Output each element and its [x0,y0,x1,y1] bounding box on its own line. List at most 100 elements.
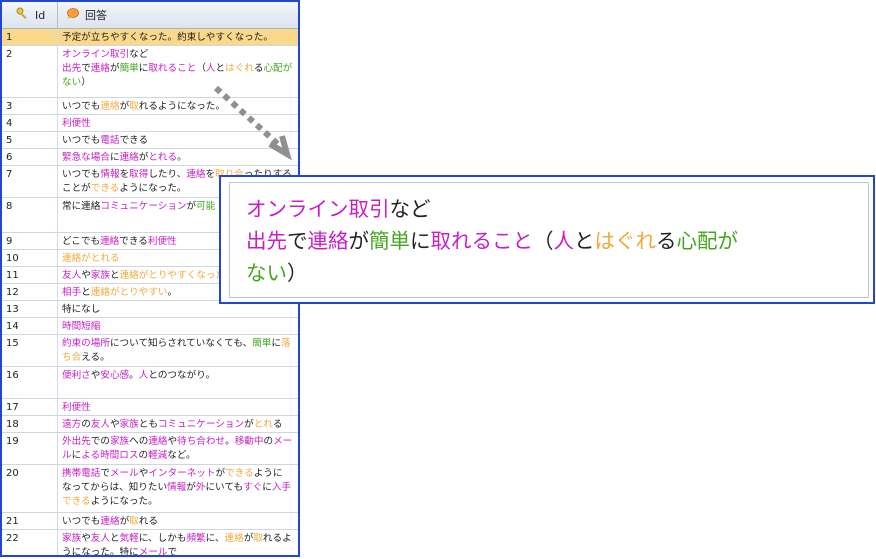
table-row[interactable]: 15 約束の場所について知らされていなくても、簡単に落 ち合える。 [2,335,298,367]
answer-text-segment: 出先 [246,229,287,253]
table-row[interactable]: 1 予定が立ちやすくなった。約束しやすくなった。 [2,29,298,46]
row-id-cell: 1 [2,29,58,45]
answer-text-segment: 連絡 [148,436,168,447]
answer-text-segment: 安心感 [100,370,130,381]
row-answer-cell: 約束の場所について知らされていなくても、簡単に落 ち合える。 [58,335,298,366]
answer-text-segment: が [186,201,197,212]
table-row[interactable]: 22 家族や友人と気軽に、しかも頻繁に、連絡が取れるよ うになった。特にメールで [2,530,298,557]
row-id-cell: 22 [2,530,58,555]
answer-text-segment: ない [246,261,287,285]
answer-text-segment: できる [62,496,91,507]
answer-text-segment: で [287,229,308,253]
answer-text-segment: の [263,436,274,447]
answer-text-segment: 友人 [90,419,110,430]
table-row[interactable]: 17 利便性 [2,399,298,416]
answer-text-segment: 人 [553,229,575,253]
row-id-cell: 14 [2,318,58,334]
answer-text-segment: など [129,49,149,60]
answer-text-segment: 。 [167,287,178,298]
column-header-answer[interactable]: 回答 [58,2,298,28]
answer-text-segment: 連絡 [119,152,139,163]
answer-text-segment: 緊急な場合 [62,152,110,163]
table-row[interactable]: 21 いつでも連絡が取れる [2,513,298,530]
answer-text-segment: 友人 [62,270,82,281]
answer-text-segment: オンライン取引 [246,197,390,221]
answer-text-segment: が [109,63,120,74]
answer-text-segment: 取 [253,533,263,544]
row-id-cell: 11 [2,267,58,283]
answer-text-segment: る [656,229,677,253]
column-header-id-label: Id [35,8,46,22]
table-row[interactable]: 14 時間短縮 [2,318,298,335]
answer-text-segment: 軽減 [148,450,168,461]
answer-text-segment: 約束の場所 [62,338,110,349]
answer-text-segment: 時間ロス [100,450,139,461]
answer-text-segment: や [167,436,178,447]
row-id-cell: 17 [2,399,58,415]
answer-text-segment: 外出先 [62,436,91,447]
answer-text-segment: にいても [205,482,244,493]
answer-text-segment: れる [138,516,158,527]
row-id-cell: 18 [2,416,58,432]
answer-text-segment: 連絡 [307,229,349,253]
answer-text-segment: 特になし [62,304,101,315]
answer-text-segment: について知らされていなくても、 [109,338,253,349]
answer-text-segment: 常に連絡 [62,201,101,212]
row-id-cell: 7 [2,166,58,197]
row-id-cell: 21 [2,513,58,529]
answer-text-segment: オンライン取引 [62,49,130,60]
answer-text-segment: 家族 [109,436,130,447]
answer-text-segment: 利便性 [62,402,91,413]
answer-text-segment: など。 [167,450,196,461]
answer-text-segment: に、 [205,533,225,544]
answer-text-segment: 時間短縮 [62,321,101,332]
answer-text-segment: メール [138,547,168,557]
answer-text-segment: 頻繁 [186,533,206,544]
row-answer-cell: 家族や友人と気軽に、しかも頻繁に、連絡が取れるよ うになった。特にメールで [58,530,298,557]
answer-text-segment: で [100,468,110,479]
answer-text-segment: どこでも [62,236,101,247]
table-row[interactable]: 18 遠方の友人や家族ともコミュニケーションがとれる [2,416,298,433]
row-id-cell: 4 [2,115,58,131]
answer-text-segment: なってからは、知りたい [62,482,168,493]
column-header-id[interactable]: Id [2,2,58,28]
row-answer-cell: 時間短縮 [58,318,298,334]
answer-text-segment: いつでも [62,169,101,180]
answer-text-segment: ようになった。 [119,183,187,194]
table-row[interactable]: 19 外出先での家族への連絡や待ち合わせ。移動中のメー ルによる時間ロスの軽減など。 [2,433,298,465]
zoom-answer-text: オンライン取引など 出先で連絡が簡単に取れること（人とはぐれる心配が ない） [246,193,738,289]
answer-text-segment: 人 [205,63,216,74]
answer-text-segment: が [186,482,196,493]
answer-text-segment: 簡単 [369,229,410,253]
answer-text-segment: したり、 [148,169,187,180]
answer-text-segment: 友人 [90,533,110,544]
answer-text-segment: に [271,338,282,349]
answer-text-segment: 相手 [62,287,82,298]
answer-text-segment: インターネット [148,468,216,479]
row-id-cell: 9 [2,233,58,249]
answer-text-segment: と [574,229,595,253]
answer-text-segment: や [81,270,91,281]
row-answer-cell: 便利さや安心感。人とのつながり。 [58,367,298,398]
answer-text-segment: ように [253,468,283,479]
grid-header: Id 回答 [2,2,298,29]
row-id-cell: 15 [2,335,58,366]
table-row[interactable]: 20 携帯電話でメールやインターネットができるように なってからは、知りたい情報が外… [2,465,298,513]
row-answer-cell: 携帯電話でメールやインターネットができるように なってからは、知りたい情報が外にい… [58,465,298,512]
answer-text-segment: 家族 [119,419,139,430]
answer-text-segment: とのつながり。 [148,370,216,381]
answer-text-segment: の [138,450,149,461]
answer-text-segment: 取 [129,101,139,112]
answer-text-segment: 。 [225,436,235,447]
row-id-cell: 3 [2,98,58,114]
answer-text-segment: メール [109,468,139,479]
answer-text-segment: 連絡 [90,63,110,74]
answer-text-segment: 連絡 [186,169,206,180]
answer-text-segment: への [129,436,149,447]
table-row[interactable]: 16 便利さや安心感。人とのつながり。 [2,367,298,399]
answer-text-segment: できる [119,135,149,146]
answer-text-segment: 連絡がとれる [62,253,120,264]
answer-text-segment: が [243,533,254,544]
answer-text-segment: はぐれ [594,229,657,253]
answer-text-segment: ） [287,261,308,285]
